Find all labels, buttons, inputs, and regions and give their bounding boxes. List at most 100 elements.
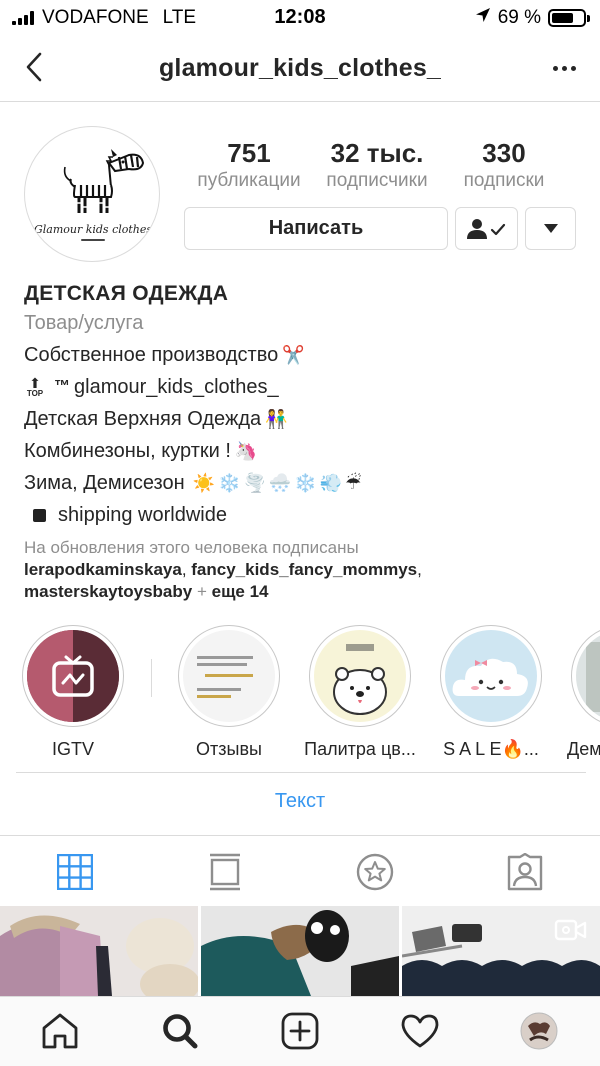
bio-line-trademark: ⬆ TOP ™ glamour_kids_clothes_ <box>24 371 584 403</box>
bio-text: glamour_kids_clothes_ <box>74 376 279 398</box>
bear-icon <box>333 644 387 715</box>
highlight-label: Демисезон <box>567 739 600 759</box>
stat-following[interactable]: 330 подписки <box>442 138 566 194</box>
tab-grid[interactable] <box>55 852 95 892</box>
feed-icon <box>210 853 240 891</box>
tv-icon <box>52 655 94 697</box>
posts-grid <box>0 906 600 996</box>
search-icon <box>163 1014 198 1049</box>
nav-search[interactable] <box>158 1011 202 1051</box>
bio-text: Зима, Демисезон <box>24 472 185 494</box>
weather-emojis: ☀️❄️🌪️🌨️❄️💨☔ <box>192 473 365 493</box>
following-label: подписки <box>463 170 545 191</box>
nav-profile[interactable] <box>517 1011 561 1051</box>
tab-tagged[interactable] <box>505 852 545 892</box>
followed-by-list[interactable]: lerapodkaminskaya, fancy_kids_fancy_momm… <box>24 559 584 581</box>
nav-new-post[interactable] <box>278 1011 322 1051</box>
dot-icon <box>570 65 576 71</box>
highlight-ring <box>440 625 542 727</box>
bio-text: shipping worldwide <box>58 504 227 526</box>
highlight-label: IGTV <box>51 739 94 759</box>
tagged-person-icon <box>507 853 543 891</box>
profile-header: glamour_kids_clothes_ <box>0 34 600 102</box>
followed-user[interactable]: lerapodkaminskaya <box>24 560 182 579</box>
highlight-cover <box>445 630 537 722</box>
profile-stats: 751 публикации 32 тыс. подписчики 330 по… <box>186 138 566 194</box>
avatar-underline <box>81 239 105 241</box>
profile-username: glamour_kids_clothes_ <box>158 54 442 82</box>
followed-user[interactable]: fancy_kids_fancy_mommys <box>191 560 417 579</box>
following-button[interactable] <box>455 207 518 250</box>
top-arrow-icon: ⬆ TOP <box>26 374 44 398</box>
zebra-logo-icon <box>63 149 145 213</box>
avatar-brand-text: Glamour kids clothes <box>33 223 153 236</box>
bio-line-production: Собственное производство ✂️ <box>24 339 584 371</box>
highlight-demi-season[interactable]: Демисезон <box>557 625 600 760</box>
highlight-cover <box>183 630 275 722</box>
bio-text: Собственное производство <box>24 344 279 366</box>
tab-feed[interactable] <box>205 852 245 892</box>
heart-icon <box>401 1014 439 1048</box>
following-count: 330 <box>482 138 526 168</box>
person-check-icon <box>466 218 505 239</box>
posts-count: 751 <box>227 138 271 168</box>
profile-avatar[interactable]: Glamour kids clothes <box>24 126 160 262</box>
highlight-label: Палитра цв... <box>304 739 416 759</box>
followed-by-text: На обновления этого человека подписаны <box>24 538 359 557</box>
suggestions-dropdown-button[interactable] <box>525 207 576 250</box>
battery-icon <box>548 9 590 27</box>
highlight-cover <box>314 630 406 722</box>
followed-user[interactable]: masterskaytoysbaby <box>24 582 192 601</box>
black-square-icon <box>33 508 46 522</box>
bio-line-outerwear: Детская Верхняя Одежда 👫 <box>24 403 584 435</box>
followed-by-list-more[interactable]: masterskaytoysbaby + еще 14 <box>24 581 584 603</box>
more-options-button[interactable] <box>548 56 580 80</box>
message-button[interactable]: Написать <box>184 207 448 250</box>
star-circle-icon <box>356 853 394 891</box>
profile-tabs <box>0 835 600 905</box>
post-video-thumbnail[interactable] <box>402 906 600 996</box>
highlight-reviews[interactable]: Отзывы <box>164 625 294 760</box>
post-thumbnail[interactable] <box>0 906 198 996</box>
story-highlights: IGTV Отзывы Палитра цв... S A L E🔥... Де… <box>0 625 600 765</box>
highlight-sale[interactable]: S A L E🔥... <box>426 625 556 760</box>
coat-photo <box>201 906 399 996</box>
unicorn-emoji: 🦄 <box>234 441 258 461</box>
plus-sign: + <box>196 582 207 601</box>
bio-line-season: Зима, Демисезон ☀️❄️🌪️🌨️❄️💨☔ <box>24 467 584 499</box>
jacket-photo <box>0 915 198 996</box>
stat-posts[interactable]: 751 публикации <box>186 138 312 194</box>
bio-text: Детская Верхняя Одежда <box>24 408 262 430</box>
video-camera-icon <box>554 919 587 941</box>
status-bar: VODAFONE LTE 12:08 69 % <box>0 0 600 34</box>
profile-avatar-icon <box>520 1012 558 1050</box>
highlight-ring <box>178 625 280 727</box>
status-right: 69 % <box>475 7 590 29</box>
highlight-palette[interactable]: Палитра цв... <box>295 625 425 760</box>
stat-followers[interactable]: 32 тыс. подписчики <box>312 138 442 194</box>
post-thumbnail[interactable] <box>201 906 399 996</box>
highlight-ring <box>571 625 600 727</box>
highlight-cover <box>27 630 119 722</box>
highlight-ring <box>22 625 124 727</box>
bottom-navigation <box>0 996 600 1066</box>
tab-guides[interactable] <box>355 852 395 892</box>
highlight-igtv[interactable]: IGTV <box>8 625 138 760</box>
dot-icon <box>561 65 567 71</box>
posts-label: публикации <box>197 170 301 191</box>
nav-home[interactable] <box>38 1011 82 1051</box>
location-arrow-icon <box>475 7 491 29</box>
highlight-cover <box>576 630 600 722</box>
home-icon <box>42 1013 78 1049</box>
nav-activity[interactable] <box>398 1011 442 1051</box>
followers-count: 32 тыс. <box>330 138 424 168</box>
text-link[interactable]: Текст <box>0 790 600 813</box>
highlight-label: S A L E🔥... <box>443 739 539 759</box>
bio-category: Товар/услуга <box>24 312 144 334</box>
grid-icon <box>57 854 93 890</box>
couple-emoji: 👫 <box>265 409 288 429</box>
followed-more-link[interactable]: еще 14 <box>212 582 269 601</box>
profile-bio: ДЕТСКАЯ ОДЕЖДА Товар/услуга Собственное … <box>24 279 584 603</box>
highlight-label: Отзывы <box>196 739 262 759</box>
new-post-icon <box>281 1012 319 1050</box>
